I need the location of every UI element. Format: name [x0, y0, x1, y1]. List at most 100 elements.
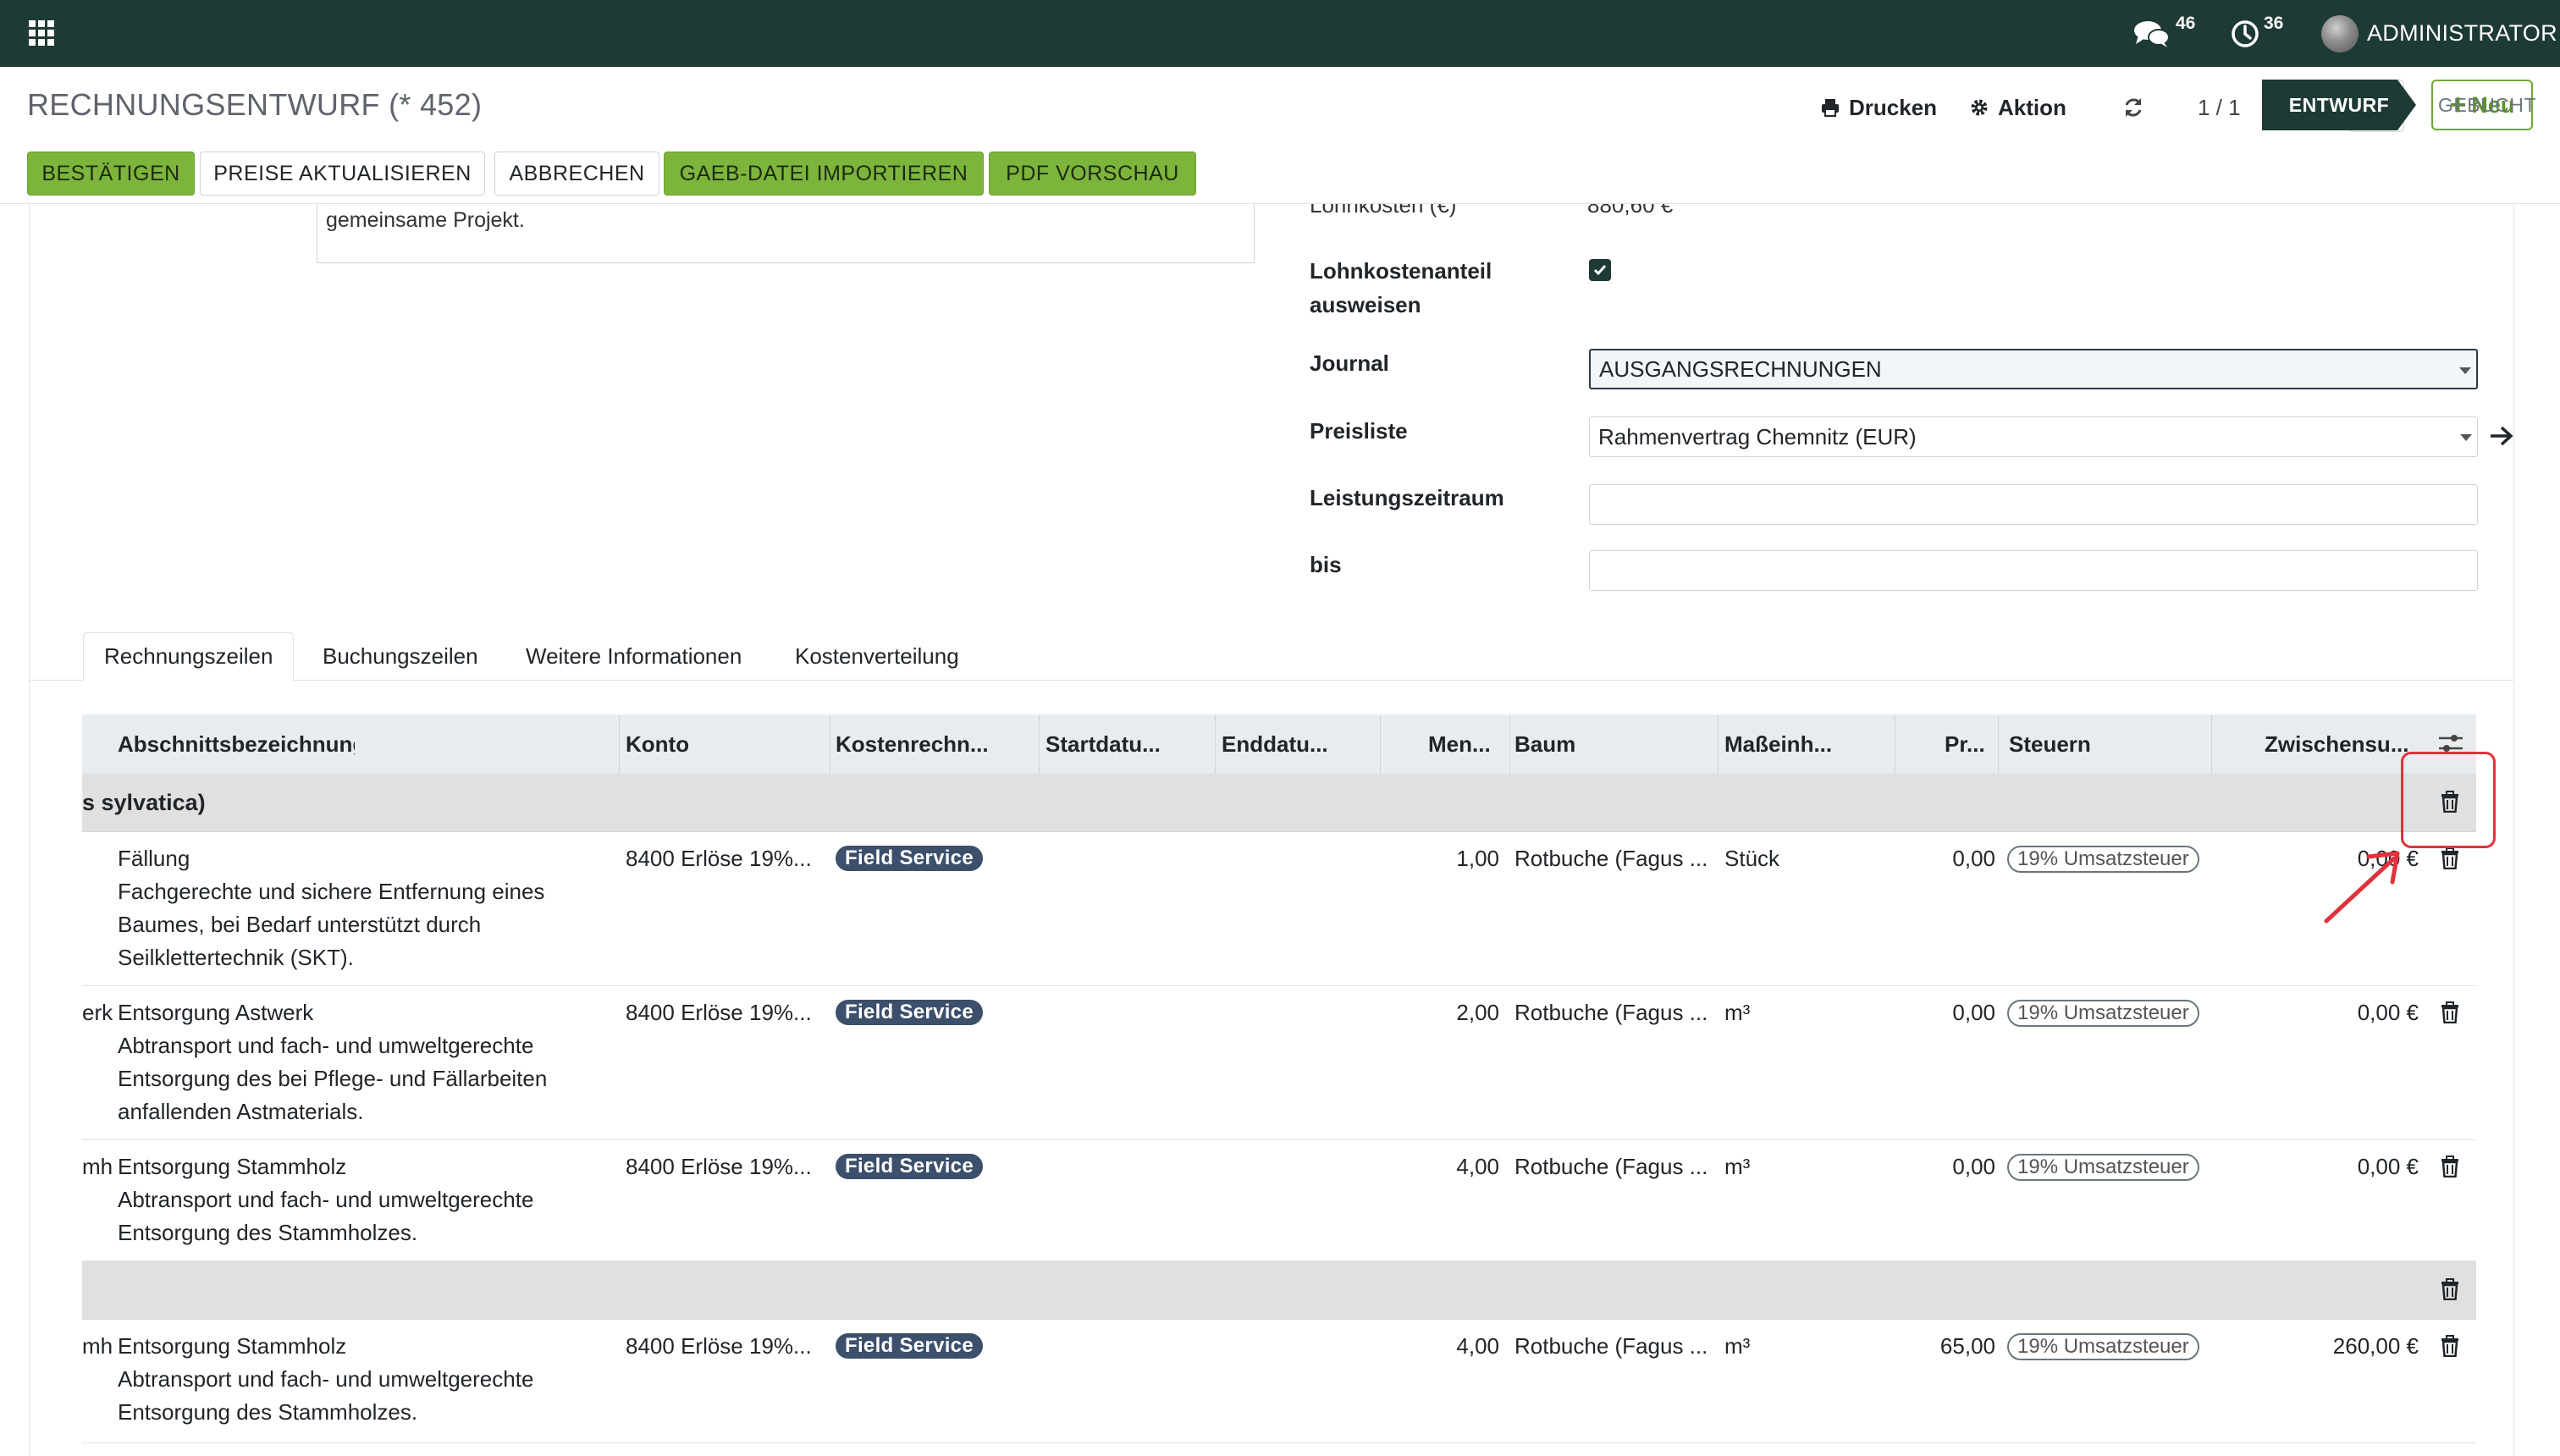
description-text: gemeinsame Projekt.	[326, 208, 525, 232]
printer-icon	[1822, 99, 1839, 117]
status-posted[interactable]: GEBUCHT	[2438, 94, 2536, 117]
row-unit[interactable]: m³	[1724, 1150, 1750, 1183]
row-unit[interactable]: m³	[1724, 996, 1750, 1029]
table-row[interactable]: mh Entsorgung Stammholz Abtransport und …	[82, 1320, 2476, 1443]
print-label: Drucken	[1849, 94, 1938, 120]
row-title[interactable]: Entsorgung Stammholz	[118, 1330, 346, 1363]
row-description: Fachgerechte und sichere Entfernung eine…	[118, 879, 545, 970]
row-title[interactable]: Entsorgung Stammholz	[118, 1150, 346, 1183]
col-startdatum[interactable]: Startdatu...	[1046, 714, 1215, 774]
clock-icon	[2232, 19, 2259, 47]
cancel-button[interactable]: ABBRECHEN	[494, 152, 659, 196]
row-price[interactable]: 0,00	[1902, 996, 1995, 1029]
col-konto[interactable]: Konto	[626, 714, 820, 774]
labor-share-label-line2: ausweisen	[1310, 292, 1421, 317]
row-baum[interactable]: Rotbuche (Fagus ...	[1514, 842, 1708, 875]
journal-select[interactable]: AUSGANGSRECHNUNGEN	[1589, 349, 2478, 389]
row-quantity[interactable]: 2,00	[1386, 996, 1499, 1029]
row-quantity[interactable]: 1,00	[1386, 842, 1499, 875]
internal-link-arrow-icon[interactable]	[2490, 425, 2513, 447]
chat-count-badge: 46	[2176, 14, 2196, 33]
col-masseinheit[interactable]: Maßeinh...	[1724, 714, 1877, 774]
row-prefix: erk	[82, 1000, 113, 1025]
pricelist-select[interactable]: Rahmenvertrag Chemnitz (EUR)	[1589, 416, 2478, 457]
user-name: ADMINISTRATOR	[2367, 20, 2557, 46]
col-enddatum[interactable]: Enddatu...	[1222, 714, 1374, 774]
activity-button[interactable]	[2230, 0, 2260, 67]
section-row[interactable]: s sylvatica)	[82, 774, 2476, 832]
row-quantity[interactable]: 4,00	[1386, 1330, 1499, 1363]
col-preis[interactable]: Pr...	[1945, 714, 2004, 774]
journal-label: Journal	[1310, 350, 1389, 376]
labor-cost-label: Lohnkosten (€)	[1310, 204, 1457, 218]
notebook-tabs: Rechnungszeilen Buchungszeilen Weitere I…	[30, 632, 2513, 681]
row-description: Abtransport und fach- und umweltgerechte…	[118, 1366, 534, 1425]
row-baum[interactable]: Rotbuche (Fagus ...	[1514, 1330, 1708, 1363]
tab-rechnungszeilen[interactable]: Rechnungszeilen	[83, 632, 295, 681]
pager-value[interactable]: 1 / 1	[2198, 95, 2241, 121]
user-menu[interactable]: ADMINISTRATOR	[2321, 0, 2557, 67]
table-row[interactable]: erk Entsorgung Astwerk Abtransport und f…	[82, 986, 2476, 1140]
trash-icon[interactable]	[2441, 1001, 2459, 1023]
section-title: s sylvatica)	[82, 789, 206, 815]
refresh-icon	[2125, 98, 2142, 117]
status-draft[interactable]: ENTWURF	[2262, 80, 2416, 130]
apps-menu-icon[interactable]	[29, 20, 54, 46]
row-title[interactable]: Entsorgung Astwerk	[118, 996, 313, 1029]
row-konto[interactable]: 8400 Erlöse 19%...	[626, 996, 812, 1029]
table-row[interactable]: mh Entsorgung Stammholz Abtransport und …	[82, 1140, 2476, 1261]
row-konto[interactable]: 8400 Erlöse 19%...	[626, 1330, 812, 1363]
gaeb-import-button[interactable]: GAEB-DATEI IMPORTIEREN	[664, 152, 984, 196]
col-baum[interactable]: Baum	[1514, 714, 1684, 774]
trash-icon[interactable]	[2441, 847, 2459, 869]
check-icon	[1593, 265, 1607, 276]
row-cost-center-badge: Field Service	[836, 1333, 983, 1359]
print-button[interactable]: Drucken	[1820, 89, 1937, 126]
row-unit[interactable]: Stück	[1724, 842, 1779, 875]
row-tax-badge: 19% Umsatzsteuer	[2007, 1154, 2199, 1181]
confirm-button[interactable]: BESTÄTIGEN	[27, 152, 195, 196]
row-price[interactable]: 0,00	[1902, 842, 1995, 875]
row-quantity[interactable]: 4,00	[1386, 1150, 1499, 1183]
trash-icon[interactable]	[2441, 1155, 2459, 1177]
row-baum[interactable]: Rotbuche (Fagus ...	[1514, 996, 1708, 1029]
labor-share-checkbox[interactable]	[1589, 259, 1611, 281]
service-period-input[interactable]	[1589, 484, 2478, 525]
tab-weitere-informationen[interactable]: Weitere Informationen	[526, 632, 742, 680]
trash-icon[interactable]	[2441, 1335, 2459, 1357]
row-description: Abtransport und fach- und umweltgerechte…	[118, 1033, 548, 1124]
action-menu-button[interactable]: Aktion	[1969, 89, 2066, 126]
update-prices-button[interactable]: PREISE AKTUALISIEREN	[200, 152, 485, 196]
tab-kostenverteilung[interactable]: Kostenverteilung	[795, 632, 959, 680]
journal-value: AUSGANGSRECHNUNGEN	[1599, 356, 1882, 382]
chat-button[interactable]	[2133, 0, 2171, 67]
labor-share-label: Lohnkostenanteil ausweisen	[1310, 254, 1492, 322]
pdf-preview-button[interactable]: PDF VORSCHAU	[989, 152, 1196, 196]
bis-input[interactable]	[1589, 550, 2478, 591]
row-baum[interactable]: Rotbuche (Fagus ...	[1514, 1150, 1708, 1183]
col-abschnitt[interactable]: Abschnittsbezeichnung	[118, 714, 355, 774]
row-subtotal: 0,00 €	[2357, 1000, 2419, 1025]
action-label: Aktion	[1998, 94, 2066, 120]
col-steuern[interactable]: Steuern	[2009, 714, 2178, 774]
row-price[interactable]: 0,00	[1902, 1150, 1995, 1183]
pricelist-label: Preisliste	[1310, 418, 1408, 444]
row-description: Abtransport und fach- und umweltgerechte…	[118, 1187, 534, 1245]
trash-icon[interactable]	[2441, 1278, 2459, 1300]
row-tax-badge: 19% Umsatzsteuer	[2007, 846, 2199, 873]
row-unit[interactable]: m³	[1724, 1330, 1750, 1363]
row-title[interactable]: Fällung	[118, 842, 190, 875]
col-menge[interactable]: Men...	[1428, 714, 1513, 774]
table-row[interactable]: Fällung Fachgerechte und sichere Entfern…	[82, 832, 2476, 986]
row-konto[interactable]: 8400 Erlöse 19%...	[626, 1150, 812, 1183]
breadcrumb: RECHNUNGSENTWURF (* 452)	[27, 87, 483, 122]
row-tax-badge: 19% Umsatzsteuer	[2007, 1333, 2199, 1360]
reload-button[interactable]	[2121, 89, 2154, 126]
row-price[interactable]: 65,00	[1902, 1330, 1995, 1363]
col-kostenrechnung[interactable]: Kostenrechn...	[836, 714, 1030, 774]
annotation-highlight-box	[2401, 752, 2496, 848]
section-row[interactable]	[82, 1261, 2476, 1320]
tab-buchungszeilen[interactable]: Buchungszeilen	[323, 632, 478, 680]
row-konto[interactable]: 8400 Erlöse 19%...	[626, 842, 812, 875]
description-field[interactable]: gemeinsame Projekt.	[317, 204, 1255, 263]
